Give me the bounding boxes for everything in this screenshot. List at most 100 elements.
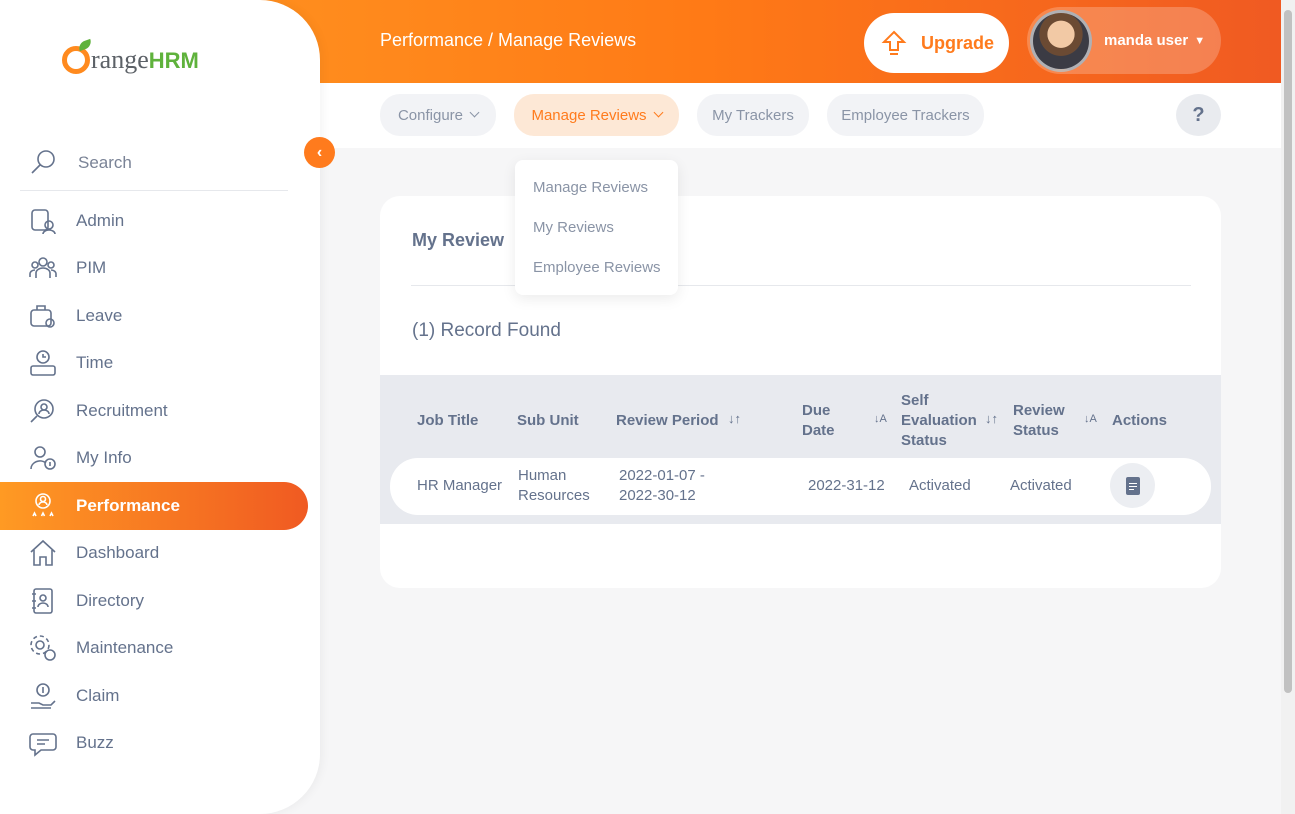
- tab-employee-trackers[interactable]: Employee Trackers: [827, 94, 984, 136]
- sidebar-item-claim[interactable]: Claim: [0, 672, 320, 720]
- col-job-title: Job Title: [417, 412, 479, 429]
- recruitment-icon: [28, 396, 58, 426]
- sidebar-item-recruitment[interactable]: Recruitment: [0, 387, 320, 435]
- tab-label: Employee Trackers: [841, 106, 970, 124]
- page-title: My Review: [412, 230, 505, 250]
- pim-icon: [28, 253, 58, 283]
- user-name: manda user: [1104, 32, 1189, 49]
- sidebar-item-label: Recruitment: [76, 400, 168, 420]
- sidebar-item-pim[interactable]: PIM: [0, 245, 320, 293]
- directory-icon: [28, 586, 58, 616]
- col-review-status-line2: Status: [1013, 422, 1059, 439]
- caret-down-icon: ▼: [1194, 34, 1206, 47]
- dropdown-item-employee-reviews[interactable]: Employee Reviews: [515, 247, 678, 287]
- avatar: [1030, 9, 1092, 72]
- tab-label: Manage Reviews: [531, 106, 647, 124]
- sidebar-item-label: Buzz: [76, 733, 114, 753]
- sidebar-item-performance[interactable]: Performance: [0, 482, 308, 530]
- sidebar-item-label: Directory: [76, 590, 145, 610]
- col-sub-unit: Sub Unit: [517, 412, 579, 429]
- cell-sub-unit-line1: Human: [518, 467, 567, 484]
- chevron-down-icon: [653, 107, 663, 118]
- scrollbar[interactable]: [1281, 0, 1295, 814]
- cell-review-period: 2022-01-07 - 2022-30-12: [619, 466, 705, 506]
- scrollbar-thumb[interactable]: [1284, 10, 1292, 693]
- cell-sub-unit-line2: Resources: [518, 487, 590, 504]
- col-self-eval-line1: Self: [901, 392, 929, 409]
- sidebar-item-label: Time: [76, 353, 114, 373]
- search-icon: [28, 148, 58, 178]
- tab-configure[interactable]: Configure: [380, 94, 496, 136]
- performance-icon: [28, 491, 58, 521]
- search-label: Search: [78, 152, 132, 172]
- sidebar-item-leave[interactable]: Leave: [0, 292, 320, 340]
- tab-my-trackers[interactable]: My Trackers: [697, 94, 809, 136]
- document-icon: [1125, 476, 1140, 495]
- col-due-date-line1: Due: [802, 402, 831, 419]
- sidebar-item-label: Claim: [76, 685, 120, 705]
- col-review-period: Review Period: [616, 412, 719, 429]
- col-self-eval-line3: Status: [901, 432, 947, 449]
- dropdown-item-my-reviews[interactable]: My Reviews: [515, 207, 678, 247]
- sidebar-menu: Admin PIM Leave Time Recruitment My Info…: [0, 197, 320, 767]
- sidebar-item-my-info[interactable]: My Info: [0, 435, 320, 483]
- sidebar: range HRM Search Admin PIM Leave Time Re…: [0, 0, 320, 814]
- claim-icon: [28, 681, 58, 711]
- top-nav: Configure Manage Reviews My Trackers Emp…: [320, 83, 1281, 148]
- sort-icon[interactable]: ↓↑: [728, 411, 741, 426]
- tab-label: Configure: [397, 106, 464, 124]
- manage-reviews-dropdown: Manage Reviews My Reviews Employee Revie…: [515, 160, 678, 295]
- table-row[interactable]: HR Manager Human Resources 2022-01-07 - …: [390, 458, 1211, 515]
- logo-brand-text: range: [91, 45, 149, 74]
- col-review-status: Review Status: [1013, 401, 1065, 441]
- cell-sub-unit: Human Resources: [518, 466, 590, 506]
- sort-icon[interactable]: ↓A: [1084, 413, 1097, 425]
- sidebar-item-time[interactable]: Time: [0, 340, 320, 388]
- col-due-date-line2: Date: [802, 422, 835, 439]
- my-info-icon: [28, 443, 58, 473]
- sidebar-item-label: Performance: [76, 495, 180, 515]
- upgrade-button[interactable]: Upgrade: [864, 13, 1009, 73]
- maintenance-icon: [28, 633, 58, 663]
- user-menu[interactable]: manda user ▼: [1027, 7, 1221, 74]
- cell-due-date: 2022-31-12: [808, 477, 885, 494]
- col-self-evaluation: Self Evaluation Status: [901, 391, 977, 451]
- sidebar-search[interactable]: Search: [20, 135, 288, 191]
- sidebar-item-label: Leave: [76, 305, 123, 325]
- breadcrumb: Performance / Manage Reviews: [380, 30, 637, 50]
- sort-icon[interactable]: ↓↑: [985, 411, 998, 426]
- sidebar-item-label: Admin: [76, 210, 125, 230]
- tab-label: My Trackers: [712, 106, 794, 124]
- upgrade-arrow-icon: [879, 28, 909, 58]
- col-self-eval-line2: Evaluation: [901, 412, 977, 429]
- record-count: (1) Record Found: [412, 320, 561, 341]
- cell-review-period-line1: 2022-01-07 -: [619, 467, 705, 484]
- sidebar-item-label: PIM: [76, 258, 107, 278]
- cell-self-eval-status: Activated: [909, 477, 971, 494]
- time-icon: [28, 348, 58, 378]
- cell-job-title: HR Manager: [417, 477, 503, 494]
- logo-brand-suffix: HRM: [148, 48, 199, 73]
- sidebar-item-dashboard[interactable]: Dashboard: [0, 530, 320, 578]
- chevron-down-icon: [469, 107, 480, 118]
- tab-manage-reviews[interactable]: Manage Reviews: [514, 94, 679, 136]
- sidebar-item-buzz[interactable]: Buzz: [0, 720, 320, 768]
- sidebar-item-admin[interactable]: Admin: [0, 197, 320, 245]
- col-actions: Actions: [1112, 412, 1168, 429]
- col-due-date: Due Date: [802, 401, 835, 441]
- sidebar-item-label: Dashboard: [76, 543, 160, 563]
- sidebar-item-directory[interactable]: Directory: [0, 577, 320, 625]
- cell-review-period-line2: 2022-30-12: [619, 487, 696, 504]
- help-button[interactable]: ?: [1176, 94, 1221, 136]
- collapse-sidebar-button[interactable]: ‹: [304, 137, 335, 168]
- leave-icon: [28, 301, 58, 331]
- logo-orange-icon: [62, 46, 90, 74]
- upgrade-label: Upgrade: [920, 32, 994, 53]
- dropdown-item-manage-reviews[interactable]: Manage Reviews: [515, 167, 678, 207]
- sort-icon[interactable]: ↓A: [874, 413, 887, 425]
- sidebar-item-maintenance[interactable]: Maintenance: [0, 625, 320, 673]
- sidebar-item-label: Maintenance: [76, 638, 174, 658]
- view-review-button[interactable]: [1110, 463, 1155, 508]
- dashboard-icon: [28, 538, 58, 568]
- my-review-card: My Review (1) Record Found Job Title Sub…: [380, 196, 1221, 588]
